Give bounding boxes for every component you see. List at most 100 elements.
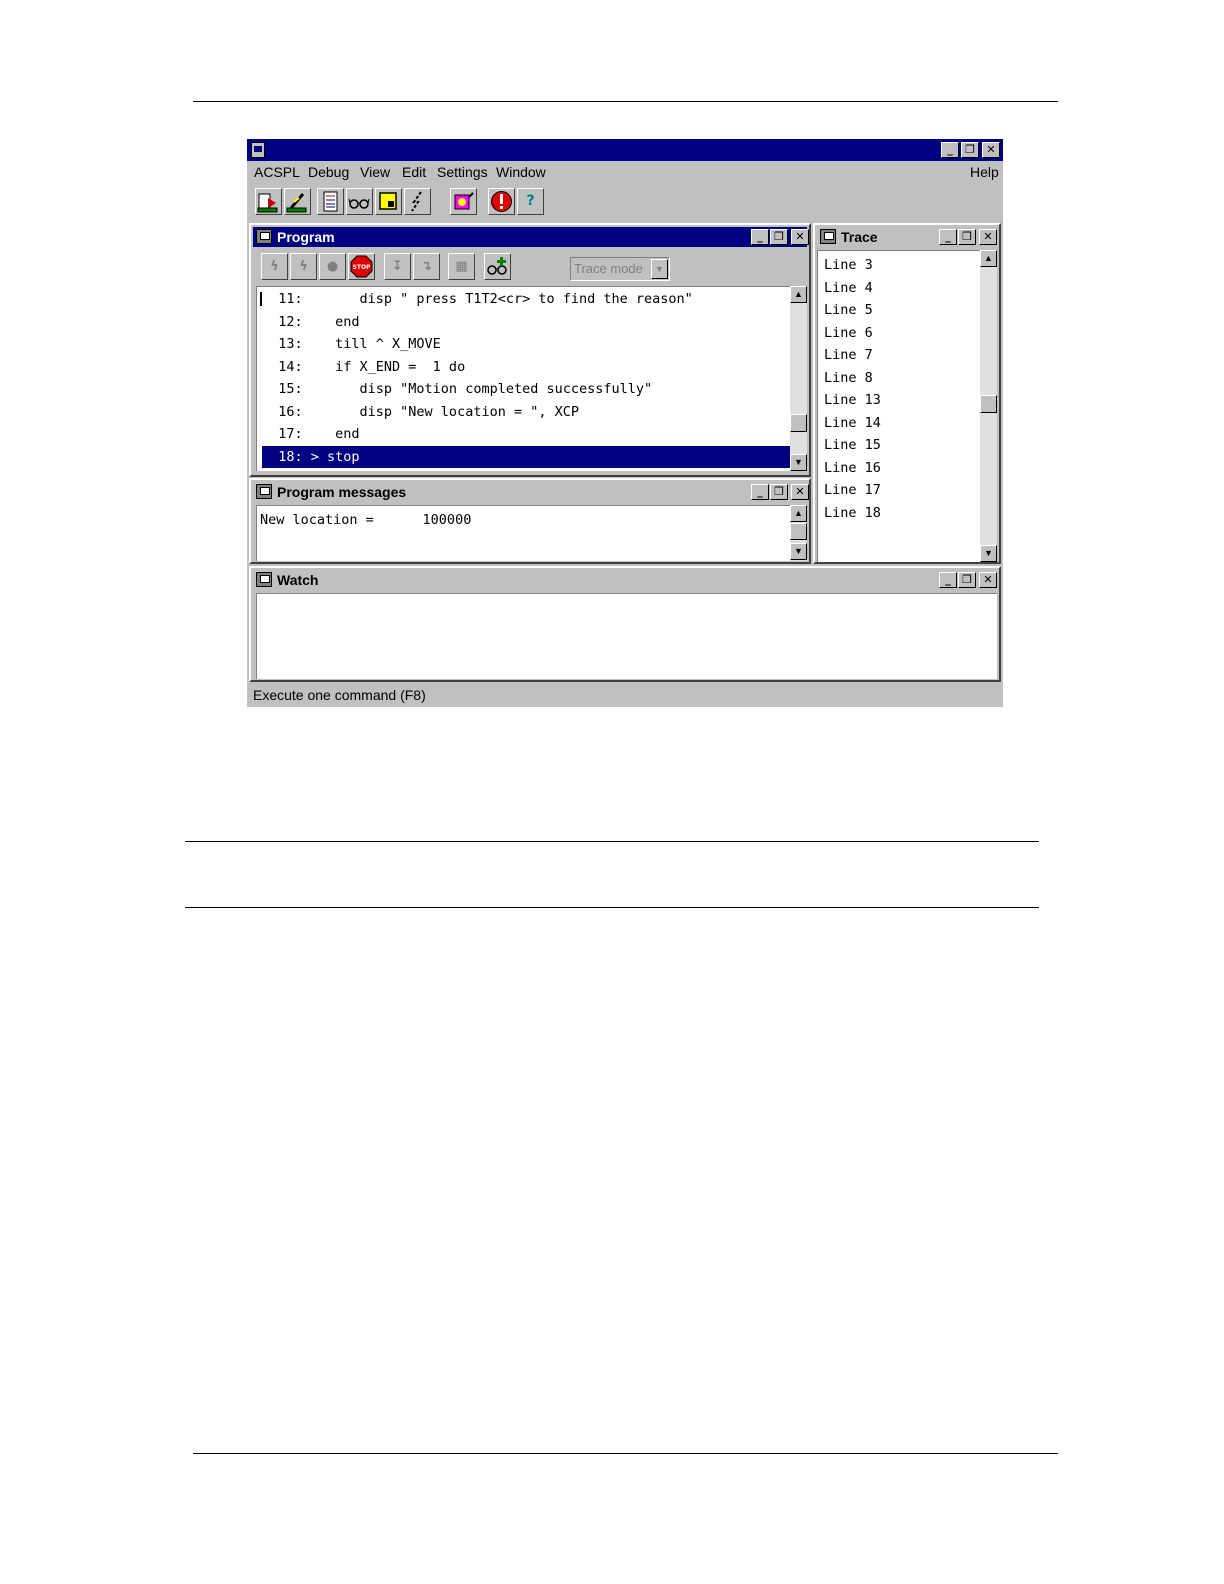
trace-line: Line 8 — [824, 370, 873, 386]
motor-icon[interactable] — [450, 188, 477, 215]
messages-window-icon — [256, 484, 272, 499]
menu-edit[interactable]: Edit — [402, 164, 426, 180]
scroll-thumb[interactable] — [790, 414, 807, 432]
code-line[interactable]: 17: end — [262, 423, 790, 445]
trace-line: Line 16 — [824, 460, 881, 476]
messages-scrollbar[interactable]: ▲ ▼ — [790, 505, 807, 561]
watch-window: Watch _ ❐ ✕ — [249, 566, 1001, 682]
messages-minimize-button[interactable]: _ — [751, 484, 769, 500]
watch-pane[interactable] — [256, 593, 997, 679]
run-icon[interactable]: ϟ — [261, 253, 288, 280]
note-icon[interactable] — [375, 188, 402, 215]
compile-icon[interactable] — [284, 188, 311, 215]
code-lines: 11: disp " press T1T2<cr> to find the re… — [262, 287, 790, 471]
program-scrollbar[interactable]: ▲ ▼ — [790, 286, 807, 471]
watch-window-icon — [256, 572, 272, 587]
debugger-window: _ ❐ ✕ ACSPL Debug View Edit Settings Win… — [247, 139, 1003, 707]
trace-close-button[interactable]: ✕ — [979, 229, 997, 245]
messages-restore-button[interactable]: ❐ — [770, 484, 788, 500]
scroll-down-button[interactable]: ▼ — [980, 545, 997, 562]
code-line[interactable]: 16: disp "New location = ", XCP — [262, 401, 790, 423]
trace-mode-value: Trace mode — [574, 261, 643, 276]
menu-debug[interactable]: Debug — [308, 164, 349, 180]
program-restore-button[interactable]: ❐ — [770, 229, 788, 245]
breakpoint-icon[interactable]: ▦ — [448, 253, 475, 280]
menu-acspl[interactable]: ACSPL — [254, 164, 300, 180]
program-title: Program — [277, 229, 335, 245]
close-button[interactable]: ✕ — [982, 142, 1000, 158]
trace-title: Trace — [841, 229, 878, 245]
program-minimize-button[interactable]: _ — [751, 229, 769, 245]
trace-line: Line 14 — [824, 415, 881, 431]
scroll-down-button[interactable]: ▼ — [790, 454, 807, 471]
trace-title-bar: Trace _ ❐ ✕ — [817, 227, 997, 247]
program-toolbar: ϟ ϟ ● STOP ↧ ↴ ▦ Trace mode ▼ — [253, 249, 809, 285]
main-toolbar: ? — [247, 184, 1003, 218]
calculator-icon[interactable] — [317, 188, 344, 215]
emergency-stop-icon[interactable] — [488, 188, 515, 215]
program-title-bar: Program _ ❐ ✕ — [253, 227, 809, 247]
program-messages-window: Program messages _ ❐ ✕ New location = 10… — [249, 478, 811, 564]
menu-settings[interactable]: Settings — [437, 164, 488, 180]
menu-help[interactable]: Help — [970, 164, 999, 180]
code-line[interactable]: 15: disp "Motion completed successfully" — [262, 378, 790, 400]
watch-minimize-button[interactable]: _ — [939, 572, 957, 588]
download-icon[interactable] — [255, 188, 282, 215]
trace-window-icon — [820, 229, 836, 244]
trace-scrollbar[interactable]: ▲ ▼ — [980, 250, 997, 562]
header-rule — [193, 101, 1058, 102]
halt-icon[interactable]: ● — [319, 253, 346, 280]
scroll-up-button[interactable]: ▲ — [790, 505, 807, 522]
watch-glasses-icon[interactable] — [346, 188, 373, 215]
code-line[interactable]: 12: end — [262, 311, 790, 333]
message-text: New location = 100000 — [260, 512, 472, 528]
add-watch-icon[interactable] — [484, 253, 511, 280]
scroll-up-button[interactable]: ▲ — [980, 250, 997, 267]
code-line[interactable]: 14: if X_END = 1 do — [262, 356, 790, 378]
step-into-icon[interactable]: ↧ — [384, 253, 411, 280]
trace-line: Line 13 — [824, 392, 881, 408]
chevron-down-icon[interactable]: ▼ — [651, 259, 668, 279]
trace-mode-select[interactable]: Trace mode ▼ — [570, 257, 670, 281]
scroll-down-button[interactable]: ▼ — [790, 543, 807, 560]
trace-pane[interactable]: Line 3 Line 4 Line 5 Line 6 Line 7 Line … — [817, 250, 980, 562]
messages-close-button[interactable]: ✕ — [791, 484, 809, 500]
run-all-icon[interactable]: ϟ — [290, 253, 317, 280]
restore-button[interactable]: ❐ — [961, 142, 979, 158]
lightning-icon[interactable] — [404, 188, 431, 215]
trace-line: Line 3 — [824, 257, 873, 273]
separator-rule-top — [185, 841, 1039, 842]
code-line-current[interactable]: 18: > stop — [262, 446, 790, 468]
status-bar: Execute one command (F8) — [247, 683, 1003, 707]
help-icon[interactable]: ? — [517, 188, 544, 215]
trace-line: Line 5 — [824, 302, 873, 318]
trace-line: Line 7 — [824, 347, 873, 363]
minimize-button[interactable]: _ — [941, 142, 959, 158]
program-window: Program _ ❐ ✕ ϟ ϟ ● STOP ↧ ↴ ▦ Trace mod… — [249, 223, 811, 477]
step-over-icon[interactable]: ↴ — [413, 253, 440, 280]
trace-line: Line 6 — [824, 325, 873, 341]
messages-pane[interactable]: New location = 100000 — [256, 505, 790, 561]
watch-title-bar: Watch _ ❐ ✕ — [253, 570, 997, 590]
separator-rule-bottom — [185, 907, 1039, 908]
trace-minimize-button[interactable]: _ — [939, 229, 957, 245]
scroll-up-button[interactable]: ▲ — [790, 286, 807, 303]
title-bar: _ ❐ ✕ — [247, 139, 1003, 161]
program-close-button[interactable]: ✕ — [791, 229, 809, 245]
program-messages-title: Program messages — [277, 484, 407, 500]
stop-icon[interactable]: STOP — [348, 253, 375, 280]
trace-line: Line 4 — [824, 280, 873, 296]
scroll-thumb[interactable] — [980, 395, 997, 413]
menu-bar: ACSPL Debug View Edit Settings Window He… — [247, 161, 1003, 183]
watch-restore-button[interactable]: ❐ — [958, 572, 976, 588]
trace-restore-button[interactable]: ❐ — [958, 229, 976, 245]
scroll-thumb[interactable] — [790, 523, 807, 540]
program-code-pane[interactable]: 11: disp " press T1T2<cr> to find the re… — [256, 286, 790, 471]
watch-close-button[interactable]: ✕ — [979, 572, 997, 588]
menu-view[interactable]: View — [360, 164, 390, 180]
menu-window[interactable]: Window — [496, 164, 546, 180]
app-icon[interactable] — [251, 142, 265, 158]
code-line[interactable]: 13: till ^ X_MOVE — [262, 333, 790, 355]
footer-rule — [193, 1453, 1058, 1454]
code-line[interactable]: 11: disp " press T1T2<cr> to find the re… — [262, 288, 790, 310]
